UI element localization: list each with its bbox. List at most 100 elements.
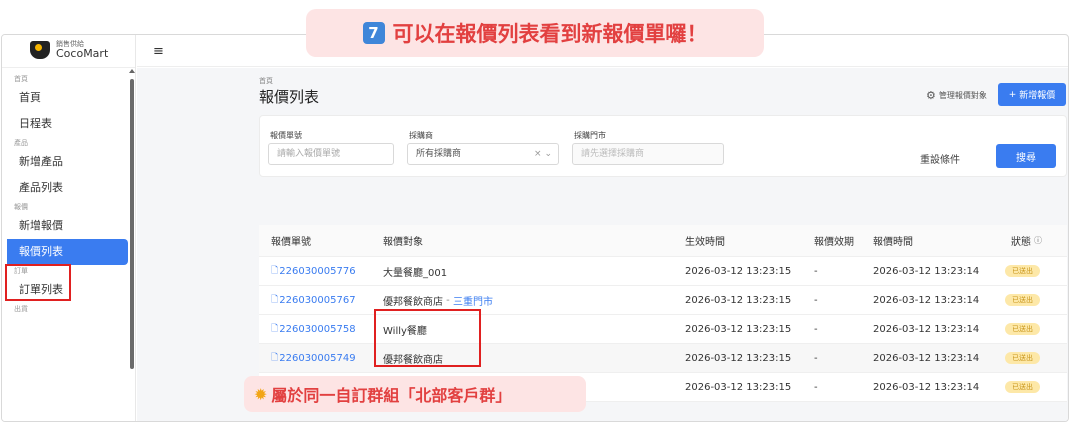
- quote-target: 優邦餐飲商店: [383, 344, 443, 372]
- status-badge-cell: 已送出: [1005, 344, 1040, 372]
- plus-icon: +: [1008, 89, 1017, 100]
- quote-target: 優邦餐飲商店 - 三重門市: [383, 286, 493, 314]
- validity: -: [814, 352, 818, 364]
- sidebar: 銷售供給 CocoMart 首頁 首頁 日程表 產品 新增產品 產品列表 報價 …: [2, 35, 136, 421]
- status-badge-cell: 已送出: [1005, 373, 1040, 401]
- validity: -: [814, 323, 818, 335]
- quote-number-link[interactable]: 🗋 226030005776: [271, 257, 356, 285]
- sidebar-item-order-list[interactable]: 訂單列表: [2, 277, 128, 303]
- status-badge-cell: 已送出: [1005, 257, 1040, 285]
- page-title: 報價列表: [259, 88, 320, 106]
- status-badge: 已送出: [1005, 265, 1040, 277]
- search-button[interactable]: 搜尋: [996, 144, 1056, 168]
- effective-time: 2026-03-12 13:23:15: [685, 381, 792, 393]
- status-badge: 已送出: [1005, 352, 1040, 364]
- document-icon: 🗋: [271, 295, 279, 305]
- instruction-text: 可以在報價列表看到新報價單囉！: [392, 22, 708, 46]
- status-badge: 已送出: [1005, 381, 1040, 393]
- store-label: 採購門市: [574, 131, 606, 140]
- column-header[interactable]: 報價單號: [271, 225, 311, 256]
- effective-time: 2026-03-12 13:23:15: [685, 294, 792, 306]
- select-clear-chevron-icon: × ⌄: [534, 149, 552, 159]
- sidebar-item-add-quote[interactable]: 新增報價: [2, 213, 128, 239]
- quote-number-link[interactable]: 🗋 226030005767: [271, 286, 356, 314]
- logo-icon: [30, 41, 50, 60]
- sidebar-scrollbar[interactable]: [130, 79, 134, 369]
- status-badge-cell: 已送出: [1005, 315, 1040, 343]
- buyer-select-value: 所有採購商: [416, 149, 462, 159]
- quote-time: 2026-03-12 13:23:14: [873, 381, 980, 393]
- add-quote-button[interactable]: + 新增報價: [998, 83, 1066, 106]
- quote-number: 226030005767: [279, 294, 356, 306]
- status-badge: 已送出: [1005, 294, 1040, 306]
- status-badge-cell: 已送出: [1005, 286, 1040, 314]
- target-name: 大量餐廳_001: [383, 267, 448, 279]
- nav-group-label: 出貨: [14, 305, 28, 313]
- quote-time: 2026-03-12 13:23:14: [873, 352, 980, 364]
- sidebar-nav: 首頁 首頁 日程表 產品 新增產品 產品列表 報價 新增報價 報價列表 訂單 訂…: [2, 73, 128, 315]
- target-name: 優邦餐飲商店: [383, 296, 443, 308]
- step-number-badge: 7: [362, 22, 385, 44]
- gear-icon: ⚙: [926, 89, 936, 102]
- sidebar-item-product-list[interactable]: 產品列表: [2, 175, 128, 201]
- column-header-status[interactable]: 狀態 ⓘ: [1011, 225, 1042, 256]
- column-header[interactable]: 報價效期: [814, 225, 854, 256]
- effective-time: 2026-03-12 13:23:15: [685, 352, 792, 364]
- column-header[interactable]: 報價對象: [383, 225, 423, 256]
- app-window: 銷售供給 CocoMart 首頁 首頁 日程表 產品 新增產品 產品列表 報價 …: [1, 34, 1069, 422]
- target-separator: -: [443, 294, 453, 306]
- quote-number: 226030005749: [279, 352, 356, 364]
- breadcrumb[interactable]: 首頁: [259, 76, 273, 86]
- quote-target: Willy餐廳: [383, 315, 427, 343]
- sidebar-item-schedule[interactable]: 日程表: [2, 111, 128, 137]
- nav-group-label: 訂單: [14, 267, 28, 275]
- table-row[interactable]: 🗋 226030005749 優邦餐飲商店 2026-03-12 13:23:15 - 2…: [259, 344, 1067, 373]
- sidebar-item-add-product[interactable]: 新增產品: [2, 149, 128, 175]
- effective-time: 2026-03-12 13:23:15: [685, 265, 792, 277]
- nav-group-label: 產品: [14, 139, 28, 147]
- buyer-select[interactable]: 所有採購商 × ⌄: [407, 143, 559, 165]
- scroll-up-arrow-icon[interactable]: [129, 69, 135, 73]
- logo-name: CocoMart: [56, 47, 109, 61]
- manage-label: 管理報價對象: [938, 91, 987, 100]
- table-header: 報價單號 報價對象 生效時間 報價效期 報價時間 狀態 ⓘ: [259, 225, 1067, 257]
- quote-no-label: 報價單號: [270, 131, 302, 140]
- add-quote-label: 新增報價: [1019, 91, 1056, 101]
- reset-button[interactable]: 重設條件: [920, 151, 960, 166]
- validity: -: [814, 381, 818, 393]
- table-row[interactable]: 🗋 226030005776 大量餐廳_001 2026-03-12 13:23:15…: [259, 257, 1067, 286]
- instruction-callout: 7 可以在報價列表看到新報價單囉！: [306, 9, 764, 57]
- quote-number: 226030005758: [279, 323, 356, 335]
- quote-number-link[interactable]: 🗋 226030005758: [271, 315, 356, 343]
- status-column-label: 狀態: [1011, 237, 1031, 248]
- document-icon: 🗋: [271, 266, 279, 276]
- manage-quote-targets-link[interactable]: ⚙ 管理報價對象: [926, 89, 987, 102]
- table-row[interactable]: 🗋 226030005758 Willy餐廳 2026-03-12 13:23:15 -…: [259, 315, 1067, 344]
- quote-no-input[interactable]: 請輸入報價單號: [268, 143, 394, 165]
- app-logo[interactable]: 銷售供給 CocoMart: [30, 40, 109, 61]
- column-header[interactable]: 生效時間: [685, 225, 725, 256]
- column-header[interactable]: 報價時間: [873, 225, 913, 256]
- nav-group-label: 報價: [14, 203, 28, 211]
- sidebar-item-quote-list[interactable]: 報價列表: [7, 239, 128, 265]
- group-callout-text: 屬於同一自訂群組「北部客戶群」: [271, 386, 512, 405]
- filter-panel: 報價單號 請輸入報價單號 採購商 所有採購商 × ⌄ 採購門市 請先選擇採購商 …: [259, 115, 1067, 177]
- menu-collapse-icon[interactable]: ≡: [153, 44, 164, 59]
- store-select[interactable]: 請先選擇採購商: [572, 143, 724, 165]
- validity: -: [814, 294, 818, 306]
- group-callout: ✹ 屬於同一自訂群組「北部客戶群」: [244, 376, 586, 412]
- quote-target: 大量餐廳_001: [383, 257, 447, 285]
- validity: -: [814, 265, 818, 277]
- status-badge: 已送出: [1005, 323, 1040, 335]
- store-link[interactable]: 三重門市: [453, 293, 493, 308]
- sun-icon: ✹: [254, 384, 268, 404]
- quote-time: 2026-03-12 13:23:14: [873, 294, 980, 306]
- quote-number-link[interactable]: 🗋 226030005749: [271, 344, 356, 372]
- effective-time: 2026-03-12 13:23:15: [685, 323, 792, 335]
- quote-time: 2026-03-12 13:23:14: [873, 265, 980, 277]
- sidebar-divider: [2, 67, 135, 68]
- info-icon[interactable]: ⓘ: [1034, 235, 1042, 246]
- table-row[interactable]: 🗋 226030005767 優邦餐飲商店 - 三重門市 2026-03-12 13:…: [259, 286, 1067, 315]
- sidebar-item-home[interactable]: 首頁: [2, 85, 128, 111]
- quote-number: 226030005776: [279, 265, 356, 277]
